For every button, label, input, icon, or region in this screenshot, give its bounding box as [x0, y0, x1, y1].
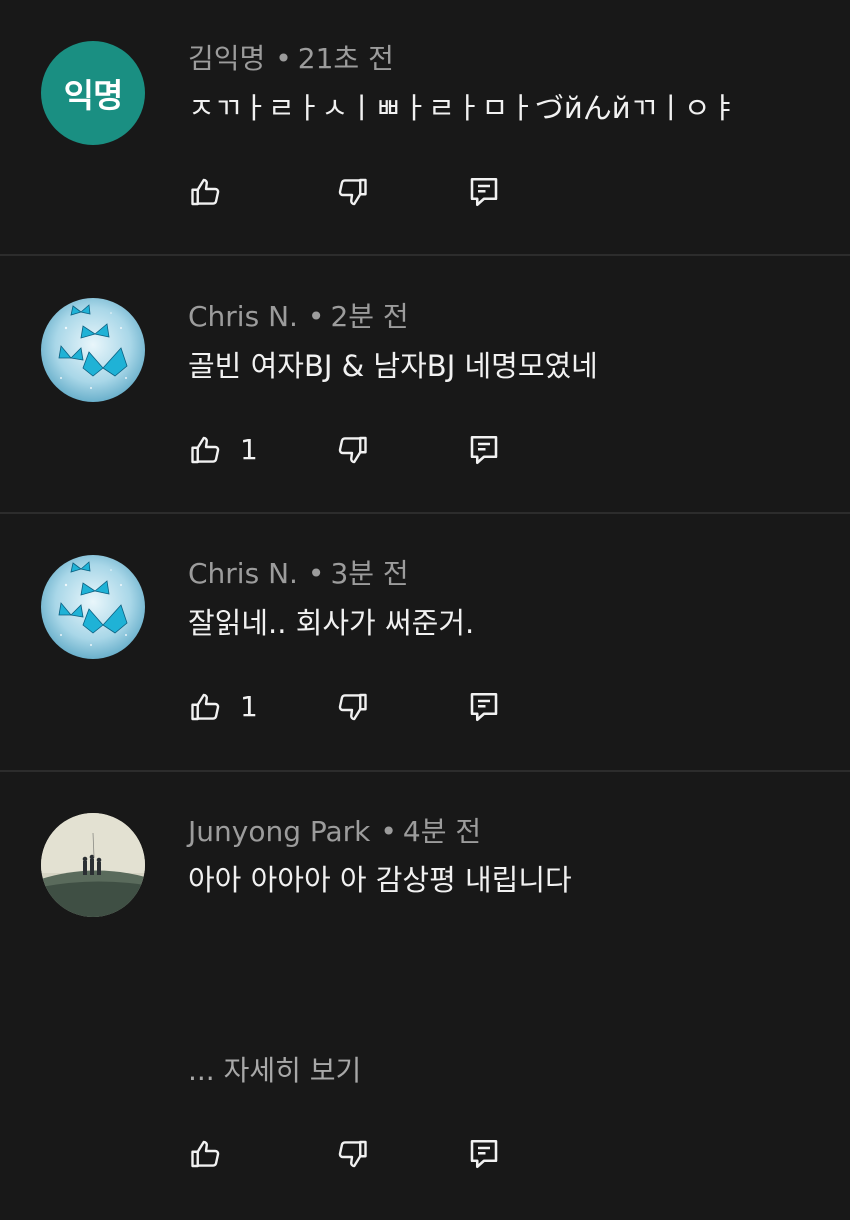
reply-button[interactable] — [466, 687, 502, 727]
thumbs-down-icon — [334, 689, 370, 725]
comment-author[interactable]: Chris N. — [188, 300, 298, 333]
meta-separator: • — [275, 42, 292, 75]
comment-item: 익명 김익명 • 21초 전 ㅈㄲㅏㄹㅏㅅㅣㅃㅏㄹㅏㅁㅏづйんйㄲㅣㅇㅑ — [0, 0, 850, 256]
comment-item: Chris N. • 2분 전 골빈 여자BJ & 남자BJ 네명모였네 1 — [0, 256, 850, 514]
comment-author[interactable]: Junyong Park — [188, 815, 370, 848]
meta-separator: • — [307, 557, 325, 590]
avatar[interactable] — [41, 813, 145, 917]
comment-item: Junyong Park • 4분 전 아아 아아아 아 감상평 내립니다 ... … — [0, 772, 850, 1220]
thumbs-up-icon — [188, 689, 224, 725]
reply-button[interactable] — [466, 430, 502, 470]
comment-meta: Chris N. • 3분 전 — [188, 557, 409, 591]
comment-time[interactable]: 21초 전 — [298, 42, 394, 75]
comment-text: ㅈㄲㅏㄹㅏㅅㅣㅃㅏㄹㅏㅁㅏづйんйㄲㅣㅇㅑ — [188, 91, 738, 125]
dislike-button[interactable] — [334, 687, 370, 727]
comment-author[interactable]: Chris N. — [188, 557, 298, 590]
reply-button[interactable] — [466, 1134, 502, 1174]
thumbs-up-icon — [188, 1136, 224, 1172]
comment-meta: Chris N. • 2분 전 — [188, 300, 409, 334]
butterfly-avatar-image — [41, 555, 145, 659]
like-count: 1 — [240, 690, 258, 723]
avatar[interactable] — [41, 298, 145, 402]
avatar[interactable]: 익명 — [41, 41, 145, 145]
comment-text: 잘읽네.. 회사가 써준거. — [188, 606, 475, 640]
comment-author[interactable]: 김익명 — [188, 42, 265, 75]
comment-text: 골빈 여자BJ & 남자BJ 네명모였네 — [188, 349, 598, 383]
like-button[interactable]: 1 — [188, 687, 258, 727]
comment-reply-icon — [466, 1136, 502, 1172]
comment-actions: 1 — [188, 430, 528, 470]
comment-reply-icon — [466, 689, 502, 725]
dislike-button[interactable] — [334, 1134, 370, 1174]
read-more-link[interactable]: ... 자세히 보기 — [188, 1054, 361, 1088]
thumbs-down-icon — [334, 432, 370, 468]
comment-item: Chris N. • 3분 전 잘읽네.. 회사가 써준거. 1 — [0, 514, 850, 772]
comment-meta: Junyong Park • 4분 전 — [188, 815, 481, 849]
dislike-button[interactable] — [334, 430, 370, 470]
meta-separator: • — [380, 815, 397, 848]
like-button[interactable]: 1 — [188, 430, 258, 470]
like-button[interactable] — [188, 172, 240, 212]
comment-time[interactable]: 2분 전 — [330, 300, 408, 333]
comment-actions — [188, 172, 528, 212]
comment-time[interactable]: 3분 전 — [330, 557, 408, 590]
thumbs-down-icon — [334, 174, 370, 210]
comment-reply-icon — [466, 174, 502, 210]
comment-actions: 1 — [188, 687, 528, 727]
thumbs-up-icon — [188, 174, 224, 210]
meta-separator: • — [307, 300, 325, 333]
avatar[interactable] — [41, 555, 145, 659]
thumbs-down-icon — [334, 1136, 370, 1172]
comment-meta: 김익명 • 21초 전 — [188, 42, 394, 76]
comment-actions — [188, 1134, 528, 1174]
comment-reply-icon — [466, 432, 502, 468]
dislike-button[interactable] — [334, 172, 370, 212]
reply-button[interactable] — [466, 172, 502, 212]
comment-text: 아아 아아아 아 감상평 내립니다 — [188, 863, 572, 897]
people-on-hill-avatar-image — [41, 813, 145, 917]
comment-time[interactable]: 4분 전 — [403, 815, 481, 848]
like-button[interactable] — [188, 1134, 240, 1174]
avatar-label: 익명 — [63, 76, 124, 115]
like-count: 1 — [240, 433, 258, 466]
butterfly-avatar-image — [41, 298, 145, 402]
thumbs-up-icon — [188, 432, 224, 468]
